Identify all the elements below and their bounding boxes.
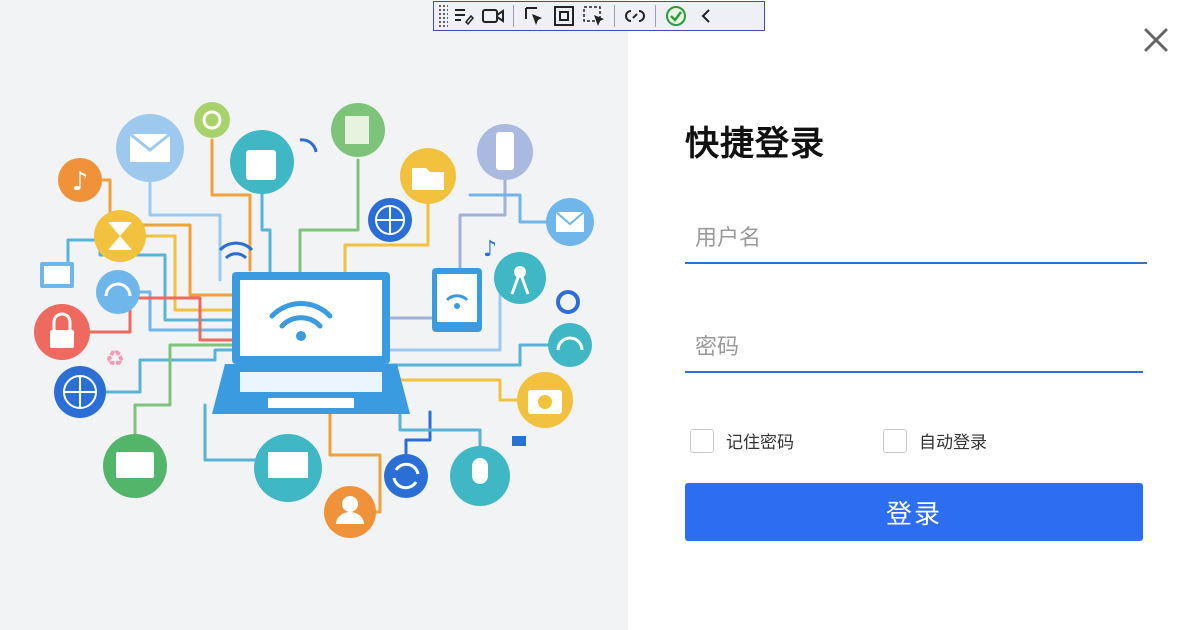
collapse-chevron-icon[interactable] [691, 3, 721, 29]
checkbox-box[interactable] [690, 428, 714, 453]
video-icon[interactable] [478, 3, 508, 29]
svg-text:♪: ♪ [72, 167, 89, 197]
toolbar-separator [513, 5, 514, 27]
toolbar-grip-handle[interactable] [438, 4, 448, 28]
svg-text:♪: ♪ [483, 237, 497, 262]
toolbar-separator [655, 5, 656, 27]
login-button[interactable]: 登录 [685, 483, 1143, 541]
close-button[interactable] [1138, 22, 1174, 58]
frame-icon[interactable] [549, 3, 579, 29]
link-icon[interactable] [620, 3, 650, 29]
login-title: 快捷登录 [685, 124, 825, 164]
remember-password-checkbox[interactable]: 记住密码 [690, 428, 794, 453]
pointer-select-icon[interactable] [519, 3, 549, 29]
close-icon[interactable] [1143, 27, 1169, 53]
username-input[interactable] [685, 214, 1147, 264]
region-select-icon[interactable] [579, 3, 609, 29]
password-input[interactable] [685, 323, 1143, 373]
floating-toolbar [433, 1, 765, 31]
edit-list-icon[interactable] [448, 3, 478, 29]
svg-text:♻: ♻ [105, 347, 125, 372]
toolbar-separator [614, 5, 615, 27]
checkbox-box[interactable] [883, 428, 907, 453]
check-icon[interactable] [661, 3, 691, 29]
auto-login-label: 自动登录 [919, 433, 987, 453]
auto-login-checkbox[interactable]: 自动登录 [883, 428, 987, 453]
illustration-graphic: ♪ ♻ ♪ [34, 102, 594, 538]
remember-password-label: 记住密码 [726, 433, 794, 453]
network-illustration: ♪ ♻ ♪ [0, 0, 628, 630]
